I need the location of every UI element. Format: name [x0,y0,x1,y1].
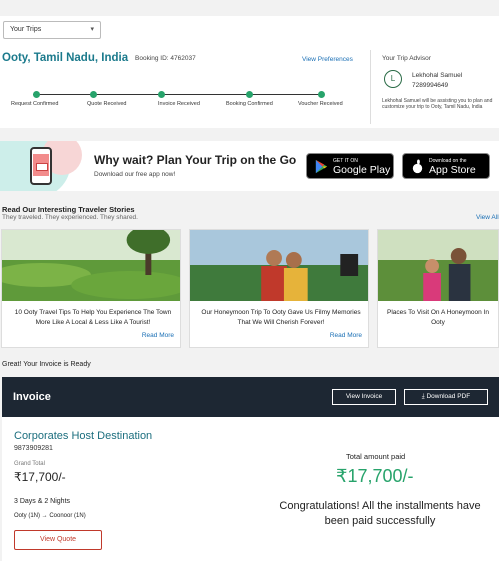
step-dot-voucher [318,91,325,98]
story-card[interactable]: Our Honeymoon Trip To Ooty Gave Us Filmy… [189,229,369,348]
story-image [190,230,368,301]
company-name: Corporates Host Destination [14,430,153,442]
google-play-button[interactable]: GET IT ON Google Play [306,153,394,179]
invoice-title: Invoice [13,391,51,403]
step-label-voucher: Voucher Received [298,101,343,107]
apple-icon [412,159,423,174]
story-card[interactable]: 10 Ooty Travel Tips To Help You Experien… [1,229,181,348]
step-label-request: Request Confirmed [11,101,59,107]
story-card[interactable]: Places To Visit On A Honeymoon In Ooty [377,229,499,348]
divider [370,50,371,124]
read-more-link[interactable]: Read More [142,332,174,339]
step-label-quote: Quote Received [87,101,127,107]
advisor-note: Lekhohal Samuel will be assisting you to… [382,98,493,110]
app-store-button[interactable]: Download on the App Store [402,153,490,179]
your-trips-label: Your Trips [10,26,42,33]
stories-title: Read Our Interesting Traveler Stories [2,205,135,214]
advisor-phone: 7289994649 [412,82,449,89]
step-dot-invoice [158,91,165,98]
download-pdf-button[interactable]: ⤓ Download PDF [404,389,488,405]
step-label-invoice: Invoice Received [158,101,200,107]
phone-card-icon [36,163,48,171]
total-paid-value: ₹17,700/- [336,466,414,486]
company-phone: 9873909281 [14,445,53,452]
story-text: Places To Visit On A Honeymoon In Ooty [386,309,489,326]
your-trips-dropdown[interactable]: Your Trips ▾ [3,21,101,39]
trip-duration: 3 Days & 2 Nights [14,498,71,505]
download-pdf-label: Download PDF [426,393,471,400]
stories-subtitle: They traveled. They experienced. They sh… [2,214,138,221]
story-text: Our Honeymoon Trip To Ooty Gave Us Filmy… [201,309,361,326]
google-play-icon [315,159,328,174]
chevron-down-icon: ▾ [90,26,94,33]
story-image [2,230,180,301]
step-dot-quote [90,91,97,98]
view-invoice-button[interactable]: View Invoice [332,389,396,405]
banner-subtitle: Download our free app now! [94,171,176,178]
story-text: 10 Ooty Travel Tips To Help You Experien… [14,309,172,326]
total-paid-label: Total amount paid [346,452,406,461]
avatar: L [384,70,402,88]
step-label-booking: Booking Confirmed [226,101,273,107]
grand-total-label: Grand Total [14,461,45,467]
payment-congrats-text: Congratulations! All the installments ha… [279,500,481,527]
progress-timeline [33,94,323,95]
view-quote-button[interactable]: View Quote [14,530,102,550]
view-preferences-link[interactable]: View Preferences [302,56,353,63]
grand-total-value: ₹17,700/- [14,470,66,484]
story-image [378,230,498,301]
invoice-ready-text: Great! Your Invoice is Ready [2,361,91,368]
destination-title: Ooty, Tamil Nadu, India [2,52,129,64]
google-play-big-text: Google Play [333,164,391,176]
step-dot-booking [246,91,253,98]
view-all-link[interactable]: View All [476,214,499,221]
trip-route: Ooty (1N) → Coonoor (1N) [14,513,86,519]
read-more-link[interactable]: Read More [330,332,362,339]
advisor-name: Lekhohal Samuel [412,72,463,79]
advisor-title: Your Trip Advisor [382,55,431,62]
app-store-big-text: App Store [429,164,476,176]
booking-id: Booking ID: 4762037 [135,55,196,62]
banner-title: Why wait? Plan Your Trip on the Go [94,153,297,167]
step-dot-request [33,91,40,98]
